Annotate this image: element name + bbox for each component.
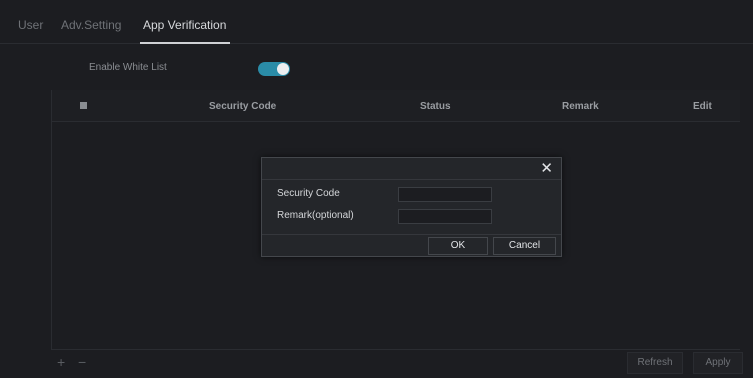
remove-icon[interactable]: − (78, 355, 86, 369)
tab-user[interactable]: User (18, 18, 43, 32)
remark-label: Remark(optional) (277, 210, 354, 221)
tab-app-verification[interactable]: App Verification (143, 18, 226, 32)
enable-white-list-label: Enable White List (89, 62, 167, 73)
active-tab-indicator (140, 42, 230, 44)
cancel-button[interactable]: Cancel (493, 237, 556, 255)
add-icon[interactable]: + (57, 355, 65, 369)
select-all-checkbox[interactable] (80, 102, 87, 109)
column-header-status: Status (420, 101, 451, 112)
close-icon[interactable]: ✕ (540, 161, 553, 177)
dialog-titlebar: ✕ (262, 158, 561, 180)
remark-input[interactable] (398, 209, 492, 224)
tab-bar: User Adv.Setting App Verification (0, 0, 753, 44)
table-header: Security Code Status Remark Edit (52, 90, 740, 122)
add-security-code-dialog: ✕ Security Code Remark(optional) OK Canc… (261, 157, 562, 257)
toggle-knob (277, 63, 289, 75)
refresh-button[interactable]: Refresh (627, 352, 683, 374)
tab-adv-setting[interactable]: Adv.Setting (61, 18, 121, 32)
ok-button[interactable]: OK (428, 237, 488, 255)
column-header-remark: Remark (562, 101, 599, 112)
dialog-footer: OK Cancel (262, 234, 561, 256)
column-header-security-code: Security Code (209, 101, 277, 112)
column-header-edit: Edit (693, 101, 712, 112)
security-code-input[interactable] (398, 187, 492, 202)
apply-button[interactable]: Apply (693, 352, 743, 374)
enable-white-list-toggle[interactable] (258, 62, 290, 76)
security-code-label: Security Code (277, 188, 340, 199)
